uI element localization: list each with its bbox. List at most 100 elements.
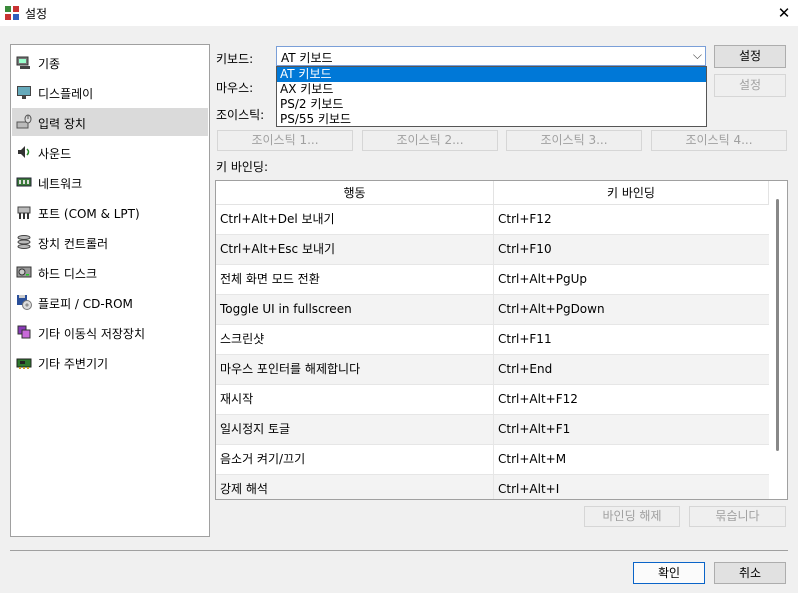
column-header-action[interactable]: 행동 — [216, 181, 494, 205]
dropdown-option-label: PS/55 키보드 — [280, 112, 352, 126]
chevron-down-icon: ⌵ — [692, 48, 702, 62]
nav-item-machine[interactable]: 기종 — [12, 48, 208, 76]
network-icon — [16, 177, 32, 187]
joystick-4-button[interactable]: 조이스틱 4... — [651, 130, 787, 151]
keyboard-select[interactable]: AT 키보드 ⌵ — [276, 46, 706, 66]
binding-cell: Ctrl+Alt+PgUp — [498, 272, 587, 286]
table-row[interactable]: 음소거 켜기/끄기 Ctrl+Alt+M — [216, 445, 769, 475]
cancel-button[interactable]: 취소 — [714, 562, 786, 584]
table-row[interactable]: 스크린샷 Ctrl+F11 — [216, 325, 769, 355]
window-title: 설정 — [25, 7, 48, 21]
action-cell: 강제 해석 — [216, 475, 494, 499]
dropdown-option[interactable]: AX 키보드 — [277, 82, 706, 97]
keyboard-label: 키보드: — [216, 52, 254, 66]
nav-item-label: 하드 디스크 — [38, 267, 98, 281]
binding-cell: Ctrl+End — [498, 362, 553, 376]
nav-item-floppy-cdrom[interactable]: 플로피 / CD-ROM — [12, 288, 208, 316]
dropdown-option[interactable]: AT 키보드 — [277, 67, 706, 82]
action-cell: 마우스 포인터를 해제합니다 — [216, 355, 494, 384]
nav-item-hard-disk[interactable]: 하드 디스크 — [12, 258, 208, 286]
nav-item-display[interactable]: 디스플레이 — [12, 78, 208, 106]
action-cell: 음소거 켜기/끄기 — [216, 445, 494, 474]
binding-cell: Ctrl+F11 — [498, 332, 552, 346]
nav-item-label: 장치 컨트롤러 — [38, 237, 109, 251]
floppy-cdrom-icon — [17, 295, 32, 310]
table-row[interactable]: Ctrl+Alt+Del 보내기 Ctrl+F12 — [216, 205, 769, 235]
keyboard-settings-button[interactable]: 설정 — [714, 45, 786, 68]
scrollbar-thumb[interactable] — [776, 199, 779, 451]
nav-item-label: 입력 장치 — [38, 117, 86, 131]
storage-controllers-icon — [17, 235, 31, 249]
table-row[interactable]: 전체 화면 모드 전환 Ctrl+Alt+PgUp — [216, 265, 769, 295]
action-cell: Toggle UI in fullscreen — [216, 295, 494, 324]
action-cell: Ctrl+Alt+Esc 보내기 — [216, 235, 494, 264]
nav-item-label: 사운드 — [38, 147, 72, 161]
close-button[interactable]: ✕ — [770, 0, 798, 26]
sound-icon — [18, 146, 30, 158]
close-icon: ✕ — [777, 4, 791, 22]
key-bindings-table: 행동 키 바인딩 Ctrl+Alt+Del 보내기 Ctrl+F12 Ctrl+… — [215, 180, 788, 500]
app-icon — [5, 6, 19, 20]
nav-item-sound[interactable]: 사운드 — [12, 138, 208, 166]
mouse-settings-button[interactable]: 설정 — [714, 74, 786, 97]
nav-item-label: 플로피 / CD-ROM — [38, 297, 133, 311]
action-cell: 전체 화면 모드 전환 — [216, 265, 494, 294]
bind-button[interactable]: 묶습니다 — [689, 506, 786, 527]
binding-cell: Ctrl+Alt+F1 — [498, 422, 571, 436]
binding-cell: Ctrl+Alt+PgDown — [498, 302, 605, 316]
unbind-button[interactable]: 바인딩 해제 — [584, 506, 680, 527]
mouse-label: 마우스: — [216, 81, 254, 95]
nav-item-label: 포트 (COM & LPT) — [38, 207, 140, 221]
nav-item-network[interactable]: 네트워크 — [12, 168, 208, 196]
dropdown-option-label: AT 키보드 — [280, 67, 332, 81]
table-scrollbar[interactable] — [769, 181, 786, 499]
nav-item-storage-controllers[interactable]: 장치 컨트롤러 — [12, 228, 208, 256]
nav-item-removable-storage[interactable]: 기타 이동식 저장장치 — [12, 318, 208, 346]
dropdown-option[interactable]: PS/55 키보드 — [277, 112, 706, 127]
hard-disk-icon — [16, 266, 32, 278]
nav-item-label: 디스플레이 — [38, 87, 94, 101]
table-row[interactable]: 일시정지 토글 Ctrl+Alt+F1 — [216, 415, 769, 445]
binding-cell: Ctrl+F12 — [498, 212, 552, 226]
table-row[interactable]: Ctrl+Alt+Esc 보내기 Ctrl+F10 — [216, 235, 769, 265]
ok-button[interactable]: 확인 — [633, 562, 705, 584]
table-row[interactable]: 재시작 Ctrl+Alt+F12 — [216, 385, 769, 415]
action-cell: 일시정지 토글 — [216, 415, 494, 444]
keyboard-select-value: AT 키보드 — [281, 51, 333, 65]
action-cell: Ctrl+Alt+Del 보내기 — [216, 205, 494, 234]
nav-item-ports[interactable]: 포트 (COM & LPT) — [12, 198, 208, 226]
machine-icon — [16, 56, 30, 69]
peripherals-icon — [16, 358, 32, 369]
table-row[interactable]: Toggle UI in fullscreen Ctrl+Alt+PgDown — [216, 295, 769, 325]
joystick-2-button[interactable]: 조이스틱 2... — [362, 130, 498, 151]
display-icon — [17, 86, 31, 99]
footer-divider — [10, 550, 788, 551]
ports-icon — [17, 206, 31, 219]
action-cell: 스크린샷 — [216, 325, 494, 354]
table-row[interactable]: 강제 해석 Ctrl+Alt+I — [216, 475, 769, 499]
nav-item-label: 기타 주변기기 — [38, 357, 109, 371]
nav-item-input-devices[interactable]: 입력 장치 — [12, 108, 208, 136]
removable-storage-icon — [17, 325, 31, 339]
binding-cell: Ctrl+Alt+I — [498, 482, 560, 496]
key-bindings-label: 키 바인딩: — [216, 160, 269, 174]
settings-category-list: 기종 디스플레이 입력 장치 사운드 네트워크 포트 (COM & LPT) 장… — [10, 44, 210, 537]
binding-cell: Ctrl+F10 — [498, 242, 552, 256]
nav-item-label: 기타 이동식 저장장치 — [38, 327, 145, 341]
nav-item-label: 기종 — [38, 57, 61, 71]
input-devices-icon — [16, 114, 32, 129]
binding-cell: Ctrl+Alt+F12 — [498, 392, 578, 406]
nav-item-peripherals[interactable]: 기타 주변기기 — [12, 348, 208, 376]
table-row[interactable]: 마우스 포인터를 해제합니다 Ctrl+End — [216, 355, 769, 385]
nav-item-label: 네트워크 — [38, 177, 83, 191]
column-header-key-binding[interactable]: 키 바인딩 — [494, 181, 769, 205]
dropdown-option-label: PS/2 키보드 — [280, 97, 344, 111]
joystick-3-button[interactable]: 조이스틱 3... — [506, 130, 642, 151]
joystick-1-button[interactable]: 조이스틱 1... — [217, 130, 353, 151]
joystick-label: 조이스틱: — [216, 108, 265, 122]
keyboard-dropdown-list: AT 키보드 AX 키보드 PS/2 키보드 PS/55 키보드 — [276, 66, 707, 127]
dropdown-option[interactable]: PS/2 키보드 — [277, 97, 706, 112]
title-bar: 설정 ✕ — [0, 0, 798, 26]
settings-window: 설정 ✕ 기종 디스플레이 입력 장치 사운드 네트워크 포트 (COM & L… — [0, 0, 798, 593]
action-cell: 재시작 — [216, 385, 494, 414]
